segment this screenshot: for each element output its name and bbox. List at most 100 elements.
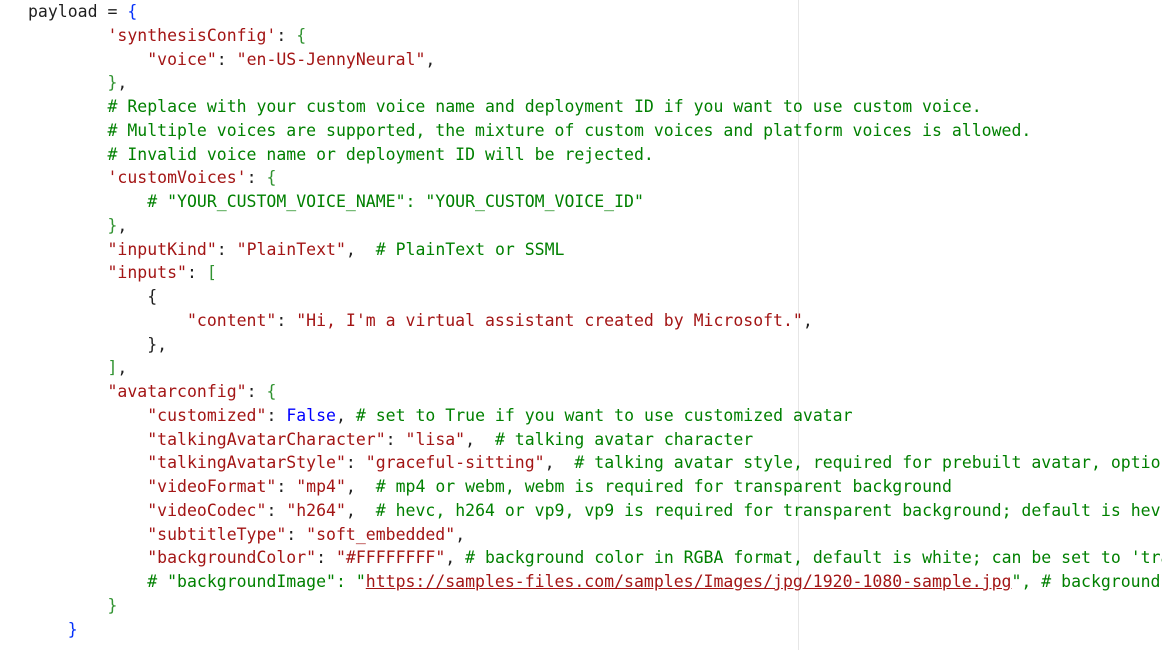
- code-token: :: [216, 239, 237, 259]
- code-token: ,: [117, 73, 128, 93]
- code-token: # Multiple voices are supported, the mix…: [107, 120, 1032, 140]
- code-line: }: [28, 618, 1162, 642]
- code-token: "PlainText": [236, 239, 346, 259]
- code-token: "videoCodec": [147, 500, 267, 520]
- code-token: ", # background ima: [1011, 572, 1161, 591]
- code-token: {: [127, 2, 138, 21]
- code-line: # Multiple voices are supported, the mix…: [28, 119, 1162, 143]
- code-token: :: [266, 500, 287, 520]
- code-token: ,: [157, 334, 168, 354]
- code-token: ,: [117, 358, 128, 378]
- code-token: "Hi, I'm a virtual assistant created by …: [296, 310, 803, 330]
- code-token: :: [276, 477, 297, 496]
- code-token: "backgroundColor": [147, 548, 317, 568]
- code-token: # Replace with your custom voice name an…: [107, 97, 982, 116]
- code-link[interactable]: https://samples-files.com/samples/Images…: [366, 572, 1012, 591]
- code-line: 'customVoices': {: [28, 166, 1162, 190]
- code-token: 'synthesisConfig': [107, 25, 277, 45]
- code-token: # hevc, h264 or vp9, vp9 is required for…: [375, 500, 1162, 520]
- code-token: "customized": [147, 405, 267, 425]
- code-token: {: [266, 168, 277, 188]
- code-block[interactable]: payload = { 'synthesisConfig': { "voice"…: [28, 0, 1162, 641]
- code-token: ,: [345, 239, 376, 259]
- code-token: :: [246, 168, 267, 188]
- code-token: # mp4 or webm, webm is required for tran…: [375, 477, 952, 496]
- code-token: # "backgroundImage": ": [147, 572, 366, 591]
- code-token: :: [345, 453, 366, 473]
- code-line: # Invalid voice name or deployment ID wi…: [28, 143, 1162, 167]
- code-token: "graceful-sitting": [365, 453, 545, 473]
- code-line: 'synthesisConfig': {: [28, 24, 1162, 48]
- code-token: # talking avatar character: [494, 429, 754, 449]
- code-line: "avatarconfig": {: [28, 380, 1162, 404]
- code-token: }: [107, 73, 118, 93]
- code-token: }: [107, 215, 118, 235]
- code-line: "inputKind": "PlainText", # PlainText or…: [28, 238, 1162, 262]
- code-token: ,: [802, 310, 813, 330]
- code-token: # talking avatar style, required for pre…: [574, 453, 1162, 473]
- code-line: "talkingAvatarStyle": "graceful-sitting"…: [28, 451, 1162, 475]
- code-token: "subtitleType": [147, 524, 287, 544]
- code-line: # "backgroundImage": "https://samples-fi…: [28, 570, 1162, 594]
- code-line: "subtitleType": "soft_embedded",: [28, 523, 1162, 547]
- code-token: payload =: [28, 2, 128, 21]
- code-token: {: [147, 287, 158, 306]
- code-line: "voice": "en-US-JennyNeural",: [28, 48, 1162, 72]
- code-token: ,: [465, 429, 495, 449]
- code-token: ,: [345, 477, 376, 496]
- code-token: {: [266, 382, 277, 401]
- code-token: {: [296, 25, 307, 45]
- code-token: "inputs": [107, 263, 187, 283]
- code-token: ,: [544, 453, 575, 473]
- code-token: ,: [345, 500, 376, 520]
- code-token: }: [147, 334, 158, 354]
- code-token: :: [276, 25, 297, 45]
- code-token: [: [206, 263, 217, 283]
- code-token: "en-US-JennyNeural": [236, 49, 426, 69]
- code-line: {: [28, 285, 1162, 309]
- code-token: :: [186, 263, 207, 283]
- code-token: "voice": [147, 49, 217, 69]
- code-token: :: [316, 548, 336, 568]
- code-token: "#FFFFFFFF": [335, 548, 446, 568]
- code-token: }: [67, 619, 78, 639]
- code-line: "backgroundColor": "#FFFFFFFF", # backgr…: [28, 546, 1162, 570]
- code-token: ,: [117, 215, 128, 235]
- code-token: # "YOUR_CUSTOM_VOICE_NAME": "YOUR_CUSTOM…: [147, 192, 644, 211]
- code-token: "talkingAvatarCharacter": [147, 429, 386, 449]
- code-token: ,: [445, 548, 466, 568]
- code-token: "h264": [286, 500, 346, 520]
- code-token: ,: [335, 405, 356, 425]
- code-token: ,: [455, 524, 466, 544]
- code-token: ,: [425, 49, 436, 69]
- code-token: "soft_embedded": [306, 524, 456, 544]
- code-line: "inputs": [: [28, 261, 1162, 285]
- code-line: },: [28, 71, 1162, 95]
- code-token: False: [286, 405, 336, 425]
- code-token: :: [246, 382, 267, 401]
- code-token: :: [276, 310, 297, 330]
- code-editor[interactable]: payload = { 'synthesisConfig': { "voice"…: [0, 0, 1162, 650]
- code-token: 'customVoices': [107, 168, 247, 188]
- code-token: "talkingAvatarStyle": [147, 453, 346, 473]
